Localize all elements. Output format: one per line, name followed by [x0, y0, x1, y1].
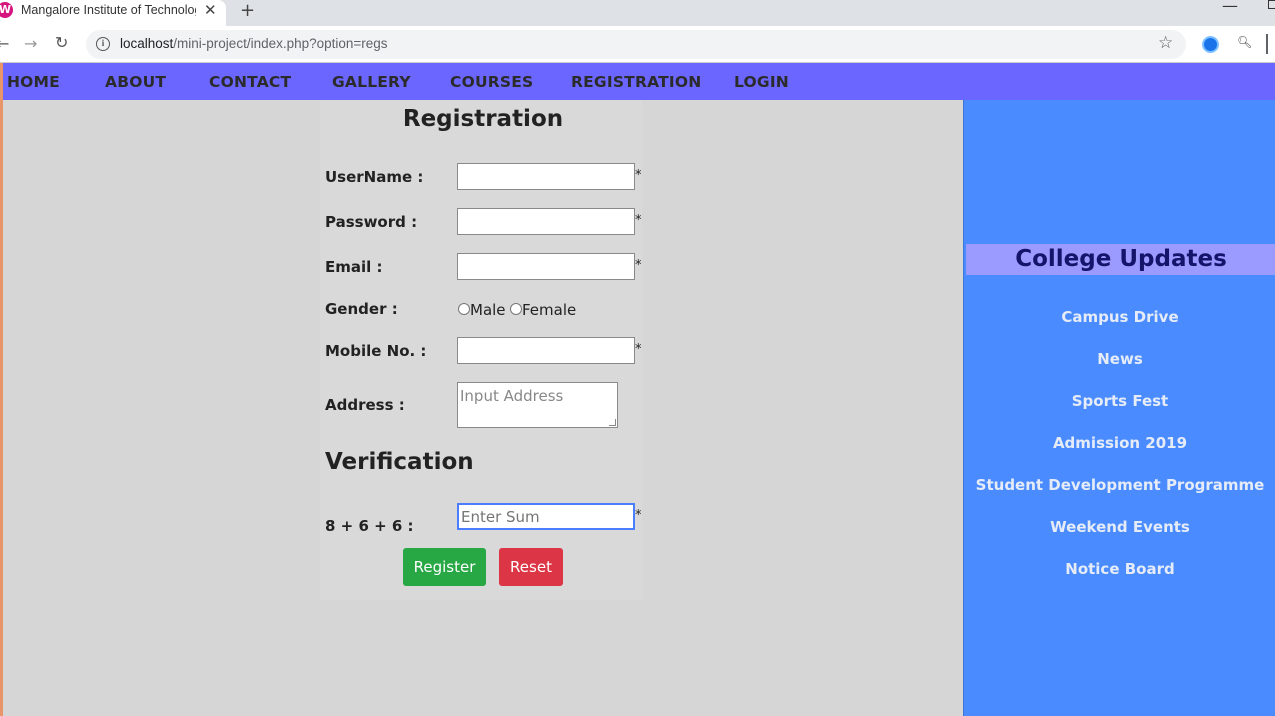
extension-icon[interactable] [1202, 36, 1219, 53]
browser-toolbar: ← → ↻ i localhost/mini-project/index.php… [0, 26, 1275, 63]
gender-male-radio[interactable] [458, 303, 470, 315]
nav-login[interactable]: LOGIN [734, 73, 789, 91]
gender-label: Gender : [325, 300, 398, 318]
nav-home[interactable]: HOME [7, 73, 60, 91]
gender-female-radio[interactable] [510, 303, 522, 315]
browser-menu-icon[interactable] [1266, 34, 1268, 54]
registration-title: Registration [402, 106, 564, 132]
sum-label: 8 + 6 + 6 : [325, 517, 414, 535]
mobile-label: Mobile No. : [325, 342, 427, 360]
college-updates-sidebar: College Updates Campus Drive News Sports… [963, 100, 1275, 716]
site-favicon-icon: W [0, 2, 13, 18]
mobile-input[interactable] [457, 337, 635, 364]
browser-tab-bar: W Mangalore Institute of Technology ✕ + … [0, 0, 1275, 26]
url-host: localhost [120, 36, 174, 51]
tab-title: Mangalore Institute of Technology [21, 3, 196, 17]
sidebar-item-news[interactable]: News [964, 350, 1275, 368]
site-info-icon[interactable]: i [96, 37, 110, 51]
nav-courses[interactable]: COURSES [450, 73, 533, 91]
back-arrow-icon[interactable]: ← [0, 34, 9, 53]
sidebar-item-campus-drive[interactable]: Campus Drive [964, 308, 1275, 326]
reset-button[interactable]: Reset [499, 548, 563, 586]
gender-male-label[interactable]: Male [470, 301, 506, 319]
sidebar-item-notice-board[interactable]: Notice Board [964, 560, 1275, 578]
required-mark: * [635, 168, 642, 183]
required-mark: * [635, 213, 642, 228]
sum-input[interactable] [457, 503, 635, 530]
address-textarea[interactable]: Input Address [457, 382, 618, 428]
sidebar-item-student-development[interactable]: Student Development Programme [964, 476, 1275, 494]
required-mark: * [635, 508, 642, 523]
nav-gallery[interactable]: GALLERY [332, 73, 411, 91]
address-bar[interactable]: i localhost/mini-project/index.php?optio… [86, 30, 1186, 59]
password-label: Password : [325, 213, 418, 231]
address-label: Address : [325, 396, 405, 414]
email-input[interactable] [457, 253, 635, 280]
url-path: /mini-project/index.php?option=regs [173, 36, 388, 51]
password-input[interactable] [457, 208, 635, 235]
left-border-strip [0, 63, 3, 716]
sidebar-item-weekend-events[interactable]: Weekend Events [964, 518, 1275, 536]
web-page: HOME ABOUT CONTACT GALLERY COURSES REGIS… [0, 63, 1275, 716]
new-tab-icon[interactable]: + [240, 0, 255, 21]
zoom-magnifier-icon[interactable]: 🔍︎ [1237, 35, 1252, 49]
maximize-window-icon[interactable] [1268, 0, 1275, 9]
sidebar-item-admission[interactable]: Admission 2019 [964, 434, 1275, 452]
url-text[interactable]: localhost/mini-project/index.php?option=… [120, 36, 388, 51]
required-mark: * [635, 342, 642, 357]
main-navbar: HOME ABOUT CONTACT GALLERY COURSES REGIS… [3, 63, 1275, 100]
minimize-window-icon[interactable]: — [1222, 0, 1238, 15]
gender-female-label[interactable]: Female [522, 301, 576, 319]
register-button[interactable]: Register [403, 548, 486, 586]
resize-grip-icon[interactable] [609, 419, 616, 426]
username-input[interactable] [457, 163, 635, 190]
username-label: UserName : [325, 168, 424, 186]
sidebar-title: College Updates [1015, 246, 1227, 272]
browser-tab[interactable]: W Mangalore Institute of Technology ✕ [0, 0, 226, 26]
nav-about[interactable]: ABOUT [105, 73, 166, 91]
nav-registration[interactable]: REGISTRATION [571, 73, 701, 91]
sidebar-item-sports-fest[interactable]: Sports Fest [964, 392, 1275, 410]
registration-form: Registration UserName : * Password : * E… [320, 100, 642, 600]
required-mark: * [635, 258, 642, 273]
reload-icon[interactable]: ↻ [55, 33, 68, 52]
address-placeholder: Input Address [460, 387, 564, 405]
bookmark-star-icon[interactable]: ☆ [1158, 33, 1173, 53]
nav-contact[interactable]: CONTACT [209, 73, 291, 91]
verification-title: Verification [325, 449, 474, 475]
forward-arrow-icon[interactable]: → [24, 34, 37, 53]
email-label: Email : [325, 258, 383, 276]
close-tab-icon[interactable]: ✕ [204, 1, 217, 19]
sidebar-title-bar: College Updates [966, 244, 1275, 275]
gender-radio-group: Male Female [457, 301, 657, 321]
